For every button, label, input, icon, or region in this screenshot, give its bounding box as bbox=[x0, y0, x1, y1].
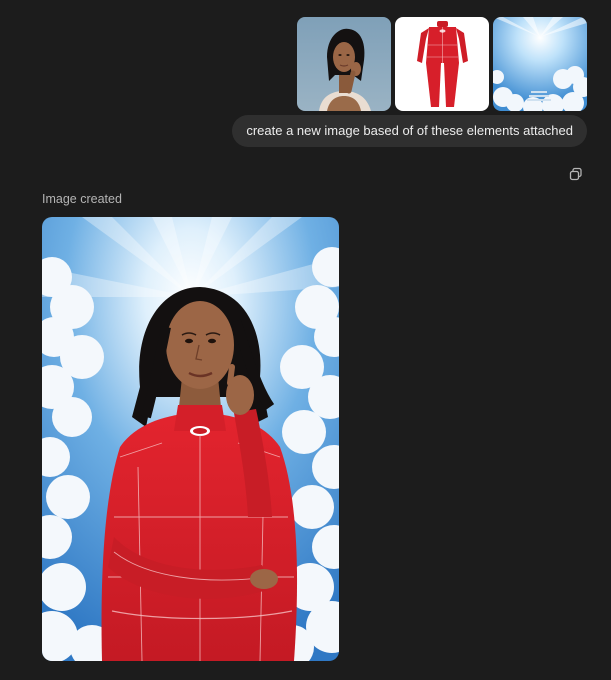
portrait-photo-icon bbox=[297, 17, 391, 111]
generated-image[interactable] bbox=[42, 217, 339, 661]
attachments-row bbox=[297, 17, 587, 111]
generated-image-picture bbox=[42, 217, 339, 661]
response-status: Image created bbox=[42, 192, 122, 206]
user-message-bubble: create a new image based of of these ele… bbox=[232, 115, 587, 147]
attachment-woman-portrait[interactable] bbox=[297, 17, 391, 111]
copy-button[interactable] bbox=[567, 165, 585, 183]
user-message-text: create a new image based of of these ele… bbox=[246, 123, 573, 138]
racing-suit-photo-icon bbox=[395, 17, 489, 111]
attachment-red-racing-suit[interactable] bbox=[395, 17, 489, 111]
sky-photo-icon bbox=[493, 17, 587, 111]
copy-icon bbox=[569, 167, 582, 181]
attachment-sky-clouds[interactable] bbox=[493, 17, 587, 111]
